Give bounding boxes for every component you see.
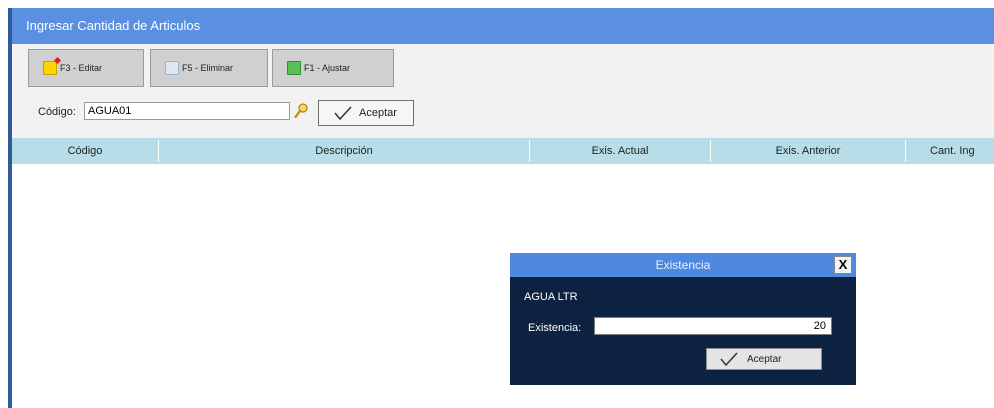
column-header-descripcion[interactable]: Descripción <box>159 138 529 164</box>
check-icon <box>720 352 738 367</box>
dialog-accept-label: Aceptar <box>747 353 782 365</box>
adjust-icon <box>287 61 301 75</box>
column-header-cant-ing[interactable]: Cant. Ing <box>906 138 994 164</box>
search-icon[interactable] <box>294 103 308 119</box>
column-header-exis-anterior[interactable]: Exis. Anterior <box>711 138 905 164</box>
codigo-input[interactable] <box>84 102 290 120</box>
window-title: Ingresar Cantidad de Articulos <box>26 18 201 33</box>
existencia-input[interactable] <box>594 317 832 335</box>
dialog-title: Existencia <box>510 253 856 277</box>
column-header-exis-actual[interactable]: Exis. Actual <box>530 138 710 164</box>
adjust-button[interactable]: F1 - Ajustar <box>272 49 394 87</box>
edit-button-label: F3 - Editar <box>60 63 103 73</box>
window-title-bar: Ingresar Cantidad de Articulos <box>12 8 994 44</box>
existencia-dialog: Existencia X AGUA LTR Existencia: Acepta… <box>510 253 856 385</box>
check-icon <box>334 106 352 121</box>
dialog-item-name: AGUA LTR <box>524 291 578 303</box>
adjust-button-label: F1 - Ajustar <box>304 63 351 73</box>
existencia-label: Existencia: <box>528 322 582 334</box>
accept-button[interactable]: Aceptar <box>318 100 414 126</box>
edit-icon <box>43 61 57 75</box>
trash-icon <box>165 61 179 75</box>
delete-button-label: F5 - Eliminar <box>182 63 234 73</box>
column-header-codigo[interactable]: Código <box>12 138 158 164</box>
close-icon[interactable]: X <box>834 256 852 274</box>
dialog-accept-button[interactable]: Aceptar <box>706 348 822 370</box>
codigo-label: Código: <box>38 106 76 118</box>
grid-header: Código Descripción Exis. Actual Exis. An… <box>12 138 994 164</box>
accept-button-label: Aceptar <box>359 107 397 119</box>
edit-button[interactable]: F3 - Editar <box>28 49 144 87</box>
delete-button[interactable]: F5 - Eliminar <box>150 49 268 87</box>
